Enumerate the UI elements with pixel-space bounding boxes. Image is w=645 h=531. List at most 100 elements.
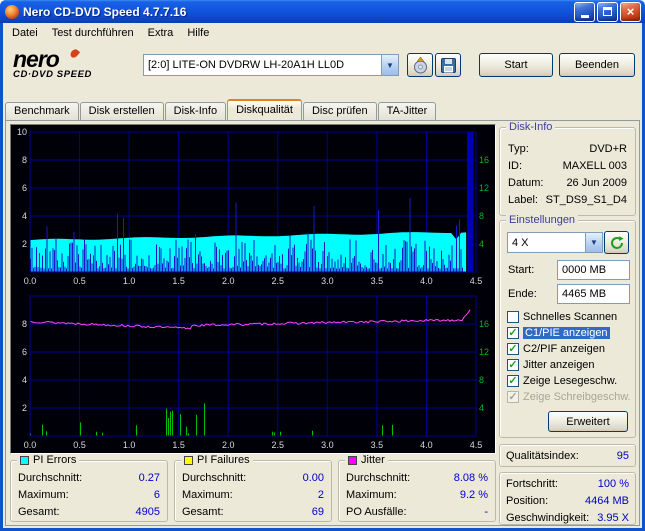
progress-box: Fortschritt: 100 % Position: 4464 MB Geschwi… (499, 472, 636, 525)
progress-label: Geschwindigkeit: (506, 511, 590, 524)
checkbox-label: Schnelles Scannen (523, 311, 618, 323)
eject-button[interactable] (407, 53, 433, 77)
minimize-icon (580, 14, 589, 18)
stat-box-pi-errors: PI Errors Durchschnitt: 0.27 Maximum: 6 Gesam… (10, 454, 168, 522)
client-area: Datei Test durchführen Extra Hilfe nero CD·… (3, 23, 642, 528)
app-icon (5, 4, 19, 19)
stat-box-title: Jitter (345, 454, 388, 466)
checkbox-jitter-anzeigen[interactable]: ✓ Jitter anzeigen (507, 357, 632, 373)
maximize-button[interactable] (597, 1, 618, 22)
stat-row: Durchschnitt: 0.27 (16, 469, 162, 486)
svg-text:3.0: 3.0 (321, 440, 334, 450)
stat-row: Maximum: 9.2 % (344, 486, 490, 503)
drive-select[interactable]: [2:0] LITE-ON DVDRW LH-20A1H LL0D ▼ (143, 54, 399, 76)
svg-text:16: 16 (479, 155, 489, 165)
menu-item-test-durchf-hren[interactable]: Test durchführen (45, 24, 141, 42)
tab-disk-erstellen[interactable]: Disk erstellen (79, 102, 164, 120)
stat-row: Maximum: 6 (16, 486, 162, 503)
disk-info-value: DVD+R (589, 142, 627, 155)
stat-box-title: PI Failures (181, 454, 253, 466)
stat-value: 4905 (135, 505, 160, 518)
svg-text:1.5: 1.5 (172, 440, 185, 450)
start-position-field[interactable]: 0000 MB (557, 260, 630, 280)
disk-info-value: ST_DS9_S1_D4 (545, 193, 627, 206)
progress-row: Position: 4464 MB (504, 492, 631, 509)
checkbox-schnelles-scannen[interactable]: Schnelles Scannen (507, 309, 632, 325)
checkbox-c2-pif-anzeigen[interactable]: ✓ C2/PIF anzeigen (507, 341, 632, 357)
advanced-button[interactable]: Erweitert (548, 411, 628, 432)
stats-row: PI Errors Durchschnitt: 0.27 Maximum: 6 Gesam… (10, 454, 496, 522)
svg-text:4: 4 (479, 403, 484, 413)
svg-text:2: 2 (22, 403, 27, 413)
progress-value: 3.95 X (597, 511, 629, 524)
svg-text:0.0: 0.0 (24, 440, 37, 450)
close-button[interactable]: × (620, 1, 641, 22)
save-button[interactable] (435, 53, 461, 77)
chevron-down-icon[interactable]: ▼ (585, 233, 602, 252)
progress-label: Fortschritt: (506, 477, 558, 490)
menu-bar: Datei Test durchführen Extra Hilfe (3, 23, 642, 43)
stat-value: 6 (153, 488, 160, 501)
svg-text:4.5: 4.5 (470, 440, 483, 450)
svg-text:12: 12 (479, 347, 489, 357)
stat-box-title: PI Errors (17, 454, 80, 466)
charts-panel: 10 8 6 4 2 16 12 8 4 0.0 0.5 1.0 1.5 2.0 2.5 3.0 3.5 4.0 4… (10, 124, 496, 454)
quality-index-value: 95 (616, 449, 629, 462)
stat-value: 69 (311, 505, 324, 518)
stat-label: Maximum: (182, 488, 233, 501)
stat-value: 0.00 (302, 471, 324, 484)
tab-ta-jitter[interactable]: TA-Jitter (377, 102, 437, 120)
disk-info-value: MAXELL 003 (562, 159, 627, 172)
quit-button[interactable]: Beenden (559, 53, 635, 77)
quality-index-box: Qualitätsindex: 95 (499, 444, 636, 467)
disk-info-label: Datum: (508, 176, 544, 189)
tab-benchmark[interactable]: Benchmark (5, 102, 79, 120)
scan-speed-select[interactable]: 4 X ▼ (507, 232, 603, 253)
svg-text:8: 8 (479, 211, 484, 221)
stat-value: 0.27 (138, 471, 160, 484)
svg-text:0.0: 0.0 (24, 276, 37, 286)
checkbox-zeige-lesegeschw[interactable]: ✓ Zeige Lesegeschw. (507, 373, 632, 389)
progress-value: 100 % (597, 477, 629, 490)
svg-text:6: 6 (22, 183, 27, 193)
tab-bar: Benchmark Disk erstellen Disk-Info Diskqual… (5, 99, 437, 120)
menu-item-datei[interactable]: Datei (5, 24, 45, 42)
settings-checkbox-list: Schnelles Scannen ✓ C1/PIE anzeigen ✓ C2/PIF… (507, 309, 632, 405)
pi-failures-swatch-icon (184, 455, 193, 465)
stat-row: Maximum: 2 (180, 486, 326, 503)
settings-title: Einstellungen (506, 214, 579, 226)
menu-item-hilfe[interactable]: Hilfe (180, 24, 216, 42)
checkbox-label: C2/PIF anzeigen (523, 343, 605, 355)
tab-disk-info[interactable]: Disk-Info (164, 102, 227, 120)
tab-disc-pr-fen[interactable]: Disc prüfen (302, 102, 377, 120)
progress-value: 4464 MB (584, 494, 629, 507)
stat-label: Gesamt: (182, 505, 224, 518)
svg-text:16: 16 (479, 319, 489, 329)
svg-text:12: 12 (479, 183, 489, 193)
title-bar[interactable]: Nero CD-DVD Speed 4.7.7.16 × (0, 0, 645, 23)
progress-label: Position: (506, 494, 549, 507)
disk-info-row: Label: ST_DS9_S1_D4 (506, 191, 629, 208)
svg-text:0.5: 0.5 (73, 440, 86, 450)
end-position-field[interactable]: 4465 MB (557, 284, 630, 304)
start-button[interactable]: Start (479, 53, 553, 77)
disk-info-label: Label: (508, 193, 538, 206)
tab-diskqualit-t[interactable]: Diskqualität (227, 99, 302, 120)
stat-row: Gesamt: 4905 (16, 503, 162, 520)
quality-index-label: Qualitätsindex: (506, 449, 579, 462)
stat-row: Durchschnitt: 8.08 % (344, 469, 490, 486)
chevron-down-icon[interactable]: ▼ (381, 55, 398, 75)
svg-text:4.5: 4.5 (470, 276, 483, 286)
menu-item-extra[interactable]: Extra (141, 24, 181, 42)
svg-text:2.5: 2.5 (272, 440, 285, 450)
checkbox-box-icon: ✓ (507, 343, 519, 355)
checkbox-zeige-schreibgeschw: ✓ Zeige Schreibgeschw. (507, 389, 632, 405)
window-controls: × (574, 1, 641, 22)
checkbox-c1-pie-anzeigen[interactable]: ✓ C1/PIE anzeigen (507, 325, 632, 341)
stat-label: PO Ausfälle: (346, 505, 407, 518)
refresh-speed-button[interactable] (604, 231, 629, 254)
stat-box-name: PI Failures (197, 454, 250, 466)
pi-errors-swatch-icon (20, 455, 29, 465)
minimize-button[interactable] (574, 1, 595, 22)
stat-row: PO Ausfälle: - (344, 503, 490, 520)
